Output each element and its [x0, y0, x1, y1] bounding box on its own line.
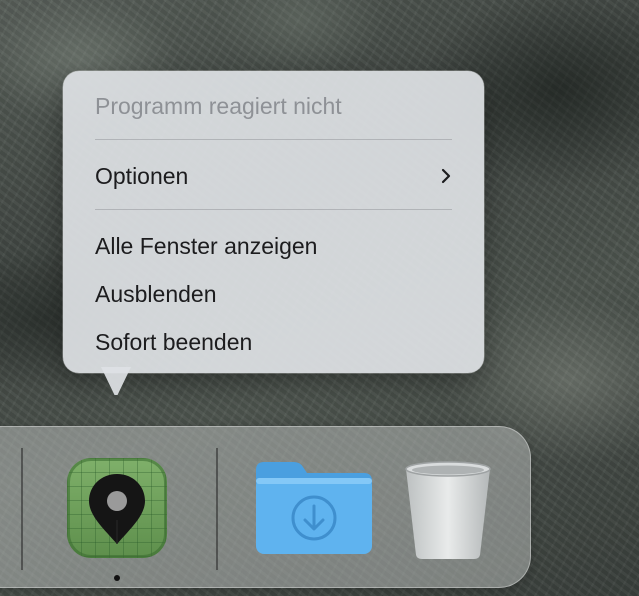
app-context-menu: Programm reagiert nicht Optionen Alle Fe… [63, 71, 484, 373]
menu-item-hide[interactable]: Ausblenden [95, 279, 452, 309]
menu-separator [95, 139, 452, 140]
running-indicator [114, 575, 120, 581]
trash-icon[interactable] [400, 459, 496, 561]
map-pin-icon [89, 474, 145, 544]
menu-item-label: Optionen [95, 163, 189, 189]
map-pin-app-icon[interactable] [67, 458, 167, 558]
menu-item-options[interactable]: Optionen [95, 161, 452, 191]
downloads-folder-icon[interactable] [254, 458, 374, 556]
chevron-right-icon [441, 168, 451, 184]
menu-pointer [101, 367, 131, 395]
dock-separator [21, 448, 23, 570]
menu-separator [95, 209, 452, 210]
menu-item-show-all-windows[interactable]: Alle Fenster anzeigen [95, 231, 452, 261]
menu-item-force-quit[interactable]: Sofort beenden [95, 327, 452, 357]
dock-separator [216, 448, 218, 570]
menu-item-not-responding: Programm reagiert nicht [95, 93, 342, 119]
